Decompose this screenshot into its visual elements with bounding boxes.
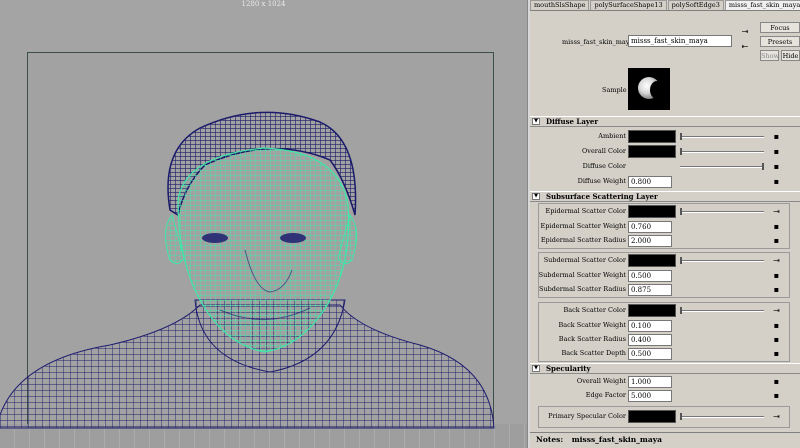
- primary-specular-color-slider[interactable]: [680, 413, 764, 420]
- diffuse-color-slider[interactable]: [680, 163, 764, 170]
- row-diffuse-weight: Diffuse Weight 0.800 ▪: [577, 176, 781, 188]
- map-button-icon[interactable]: ▪: [772, 177, 781, 186]
- diffuse-color-swatch[interactable]: [628, 160, 676, 173]
- overall-color-slider[interactable]: [680, 148, 764, 155]
- overall-color-swatch[interactable]: [628, 145, 676, 158]
- row-subdermal-color: Subdermal Scatter Color ⇥: [543, 254, 781, 267]
- slider-knob[interactable]: [762, 163, 764, 170]
- subdermal-color-slider[interactable]: [680, 257, 764, 264]
- row-back-scatter-color: Back Scatter Color ⇥: [563, 304, 781, 317]
- show-button[interactable]: Show: [760, 50, 779, 61]
- viewport-panel[interactable]: 1280 x 1024: [0, 0, 527, 448]
- row-subdermal-radius: Subdermal Scatter Radius 0.875 ▪: [539, 284, 781, 296]
- notes-value: misss_fast_skin_maya: [571, 435, 662, 444]
- node-name-label: misss_fast_skin_maya:: [562, 38, 636, 46]
- map-button-icon[interactable]: ▪: [772, 377, 781, 386]
- slider-knob[interactable]: [680, 257, 682, 264]
- epidermal-color-slider[interactable]: [680, 208, 764, 215]
- map-button-icon[interactable]: ▪: [772, 132, 781, 141]
- slider-knob[interactable]: [680, 208, 682, 215]
- epidermal-weight-field[interactable]: 0.760: [628, 221, 672, 233]
- subdermal-color-swatch[interactable]: [628, 254, 676, 267]
- primary-specular-color-swatch[interactable]: [628, 410, 676, 423]
- map-button-icon[interactable]: ⇥: [772, 256, 781, 265]
- subdermal-weight-field[interactable]: 0.500: [628, 270, 672, 282]
- head-wireframe-mesh[interactable]: [0, 0, 527, 448]
- hide-button[interactable]: Hide: [781, 50, 800, 61]
- epidermal-radius-field[interactable]: 2.000: [628, 235, 672, 247]
- map-button-icon[interactable]: ▪: [772, 391, 781, 400]
- row-epidermal-radius: Epidermal Scatter Radius 2.000 ▪: [540, 235, 781, 247]
- collapse-triangle-icon[interactable]: ▼: [532, 365, 540, 372]
- overall-weight-field[interactable]: 1.000: [628, 376, 672, 388]
- back-scatter-depth-field[interactable]: 0.500: [628, 348, 672, 360]
- back-scatter-radius-field[interactable]: 0.400: [628, 334, 672, 346]
- map-button-icon[interactable]: ▪: [772, 147, 781, 156]
- tab-mouthslsshape[interactable]: mouthSlsShape: [530, 0, 590, 10]
- tab-polysoftedge3[interactable]: polySoftEdge3: [667, 0, 724, 10]
- map-button-icon[interactable]: ▪: [772, 321, 781, 330]
- map-button-icon[interactable]: ⇥: [772, 412, 781, 421]
- map-button-icon[interactable]: ▪: [772, 335, 781, 344]
- row-overall-color: Overall Color ▪: [581, 145, 781, 158]
- edge-factor-field[interactable]: 5.000: [628, 390, 672, 402]
- row-edge-factor: Edge Factor 5.000 ▪: [585, 390, 781, 402]
- row-back-scatter-depth: Back Scatter Depth 0.500 ▪: [561, 348, 781, 360]
- ambient-color-swatch[interactable]: [628, 130, 676, 143]
- map-button-icon[interactable]: ▪: [772, 222, 781, 231]
- ambient-slider[interactable]: [680, 133, 764, 140]
- collapse-triangle-icon[interactable]: ▼: [532, 118, 540, 125]
- epidermal-color-swatch[interactable]: [628, 205, 676, 218]
- map-button-icon[interactable]: ▪: [772, 349, 781, 358]
- collapse-triangle-icon[interactable]: ▼: [532, 193, 540, 200]
- node-name-field[interactable]: misss_fast_skin_maya: [628, 35, 732, 47]
- sample-label: Sample: [602, 86, 627, 94]
- row-ambient: Ambient ▪: [598, 130, 781, 143]
- row-epidermal-color: Epidermal Scatter Color ⇥: [545, 205, 781, 218]
- section-specularity[interactable]: ▼ Specularity: [530, 363, 800, 374]
- map-button-icon[interactable]: ▪: [772, 285, 781, 294]
- back-scatter-color-slider[interactable]: [680, 307, 764, 314]
- section-subsurface-scattering[interactable]: ▼ Subsurface Scattering Layer: [530, 191, 800, 202]
- map-button-icon[interactable]: ▪: [772, 271, 781, 280]
- slider-knob[interactable]: [680, 148, 682, 155]
- subdermal-radius-field[interactable]: 0.875: [628, 284, 672, 296]
- copy-tab-icon[interactable]: ⇤: [740, 42, 750, 52]
- attribute-scroll-area: ▼ Diffuse Layer Ambient ▪ Overall Color …: [530, 116, 800, 432]
- material-sample-swatch: [628, 68, 670, 110]
- slider-knob[interactable]: [680, 307, 682, 314]
- row-epidermal-weight: Epidermal Scatter Weight 0.760 ▪: [540, 221, 781, 233]
- back-scatter-color-swatch[interactable]: [628, 304, 676, 317]
- node-tabs: mouthSlsShape polySurfaceShape13 polySof…: [530, 0, 800, 11]
- notes-label: Notes:: [536, 435, 564, 444]
- row-back-scatter-weight: Back Scatter Weight 0.100 ▪: [558, 320, 781, 332]
- back-scatter-weight-field[interactable]: 0.100: [628, 320, 672, 332]
- focus-button[interactable]: Focus: [760, 22, 800, 33]
- tab-misss-fast-skin-maya[interactable]: misss_fast_skin_maya: [724, 0, 800, 10]
- notes-bar[interactable]: Notes: misss_fast_skin_maya: [530, 432, 800, 448]
- map-button-icon[interactable]: ⇥: [772, 207, 781, 216]
- select-node-icon[interactable]: ⇥: [740, 27, 750, 37]
- slider-knob[interactable]: [680, 413, 682, 420]
- attribute-editor: mouthSlsShape polySurfaceShape13 polySof…: [530, 0, 800, 448]
- row-back-scatter-radius: Back Scatter Radius 0.400 ▪: [558, 334, 781, 346]
- row-primary-specular-color: Primary Specular Color ⇥: [548, 410, 781, 423]
- diffuse-weight-field[interactable]: 0.800: [628, 176, 672, 188]
- section-diffuse-layer[interactable]: ▼ Diffuse Layer: [530, 116, 800, 127]
- map-button-icon[interactable]: ⇥: [772, 306, 781, 315]
- row-subdermal-weight: Subdermal Scatter Weight 0.500 ▪: [538, 270, 781, 282]
- tab-polysurfaceshape13[interactable]: polySurfaceShape13: [590, 0, 667, 10]
- presets-button[interactable]: Presets: [760, 36, 800, 47]
- row-overall-weight: Overall Weight 1.000 ▪: [576, 376, 781, 388]
- map-button-icon[interactable]: ▪: [772, 236, 781, 245]
- row-diffuse-color: Diffuse Color ▪: [582, 160, 781, 173]
- map-button-icon[interactable]: ▪: [772, 162, 781, 171]
- slider-knob[interactable]: [680, 133, 682, 140]
